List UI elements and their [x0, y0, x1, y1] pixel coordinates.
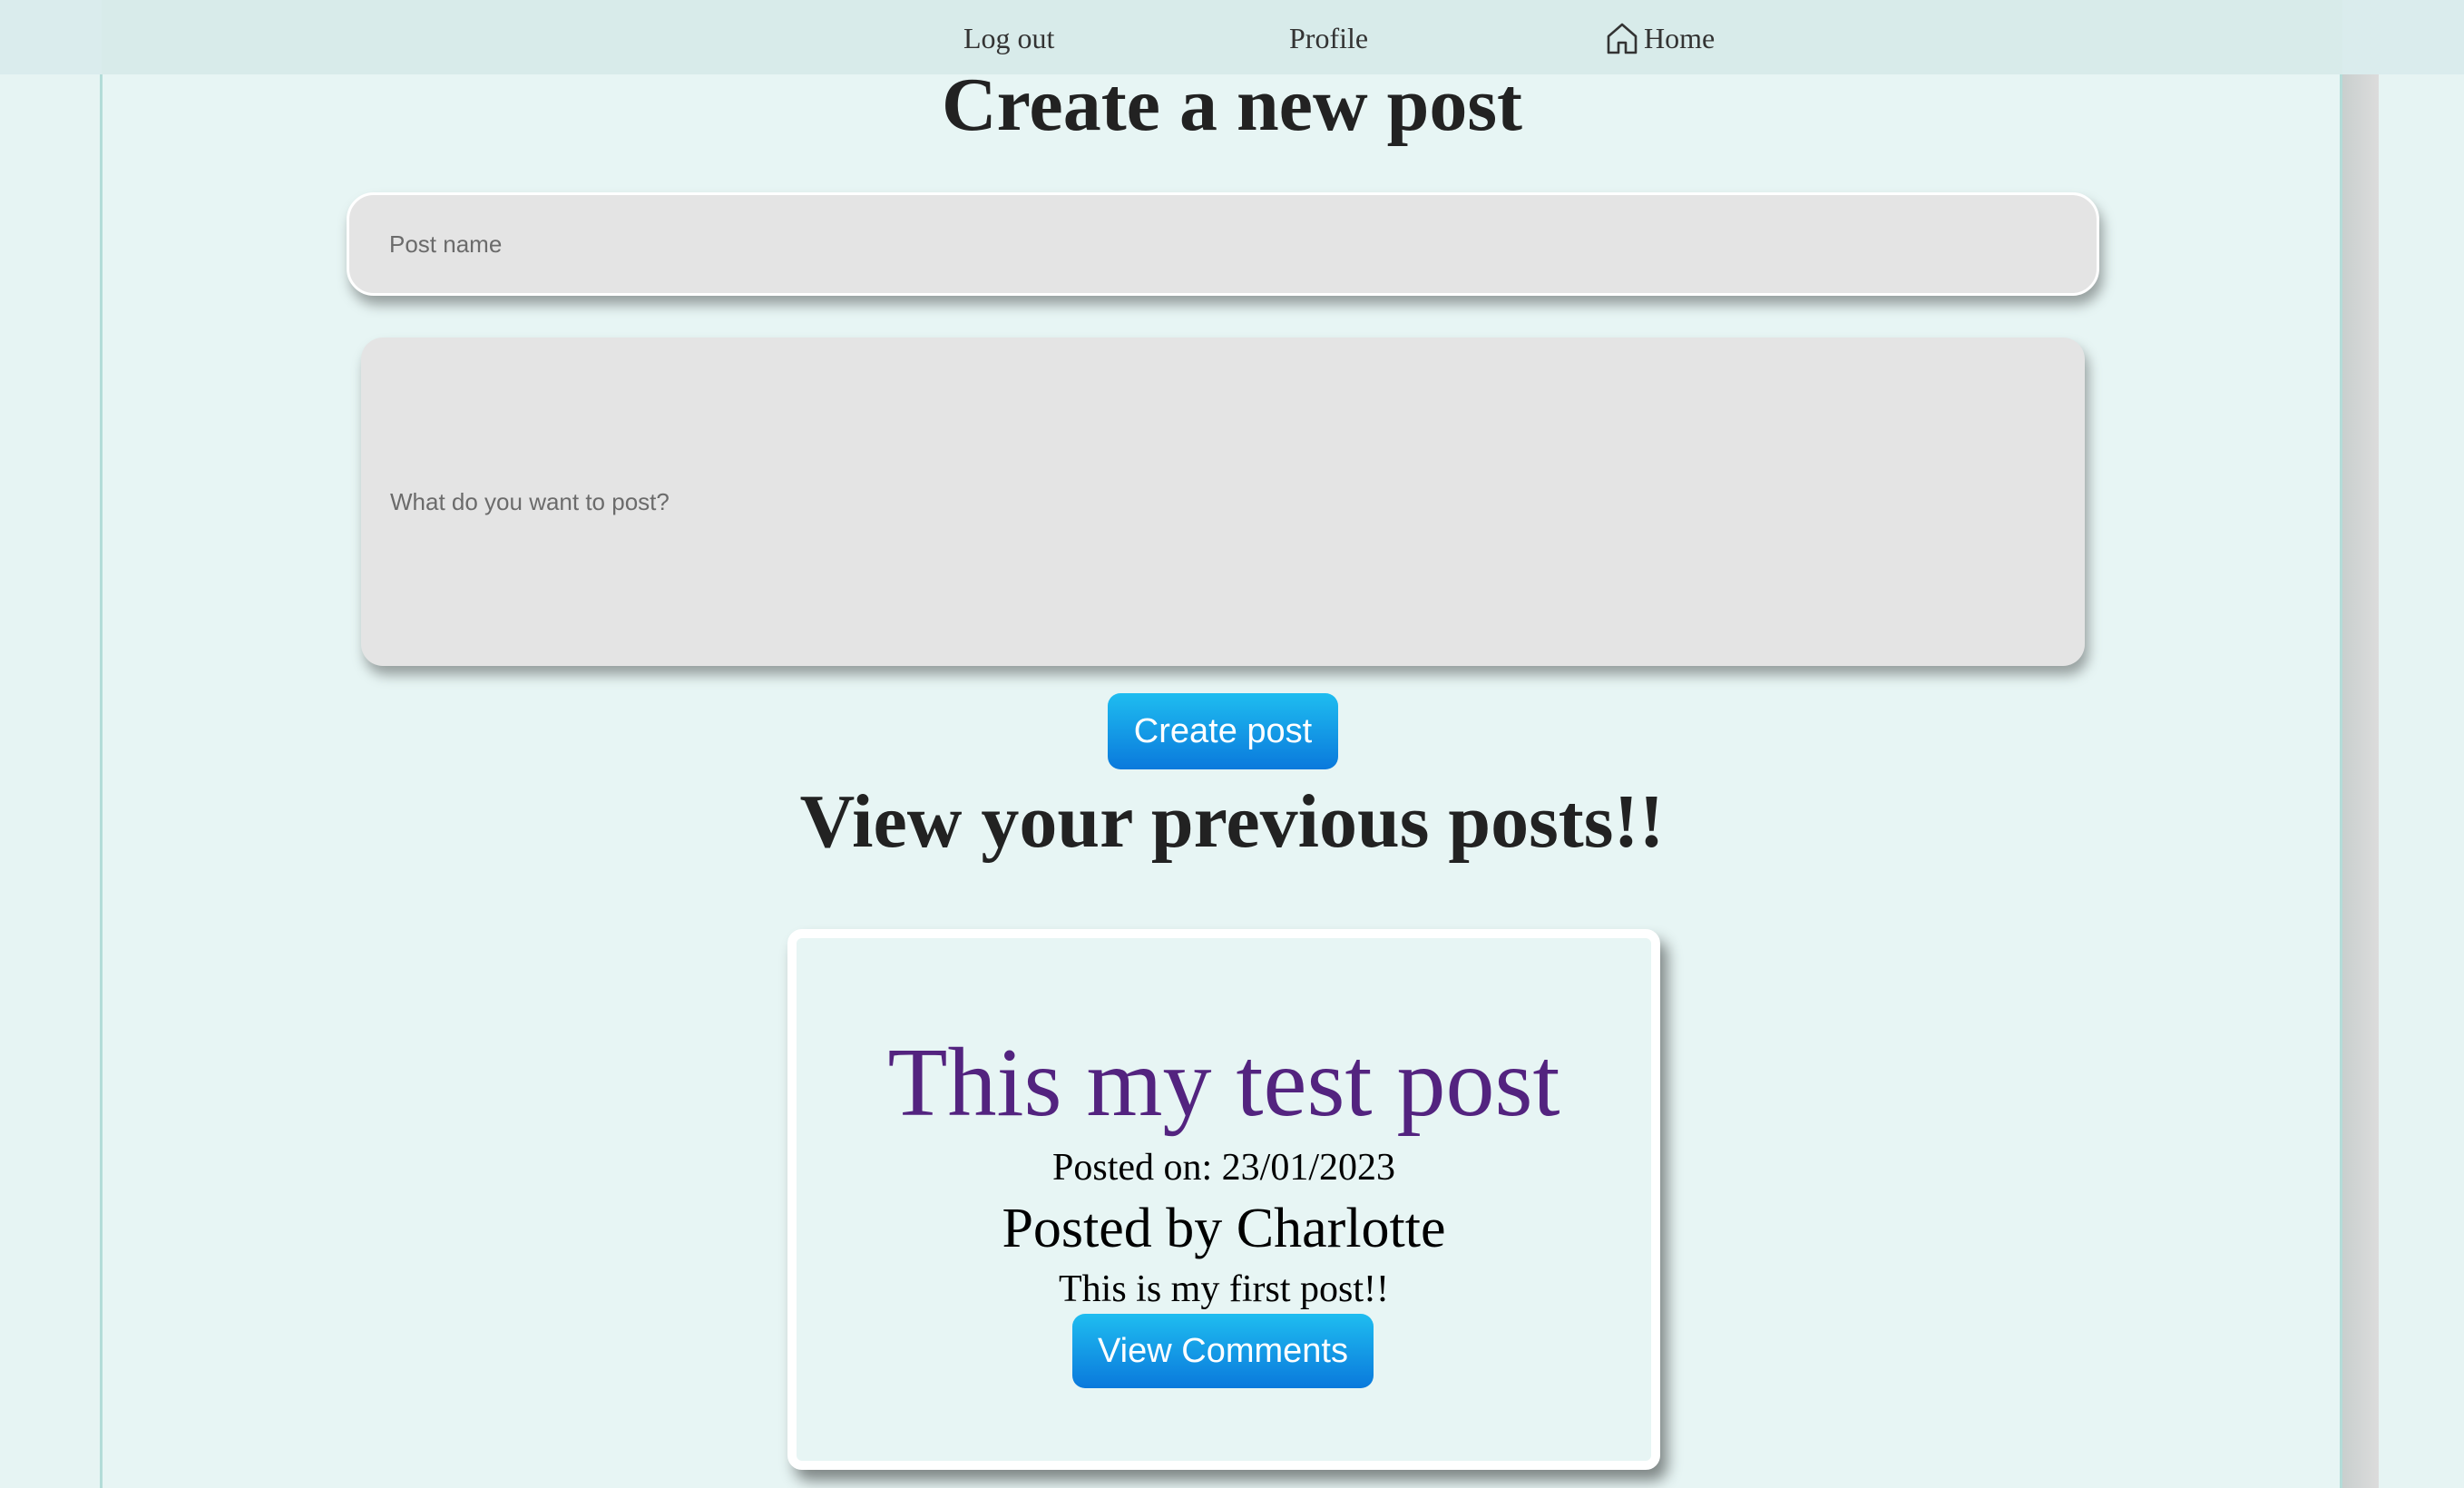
post-name-input[interactable] — [347, 192, 2099, 296]
post-content: This is my first post!! — [1059, 1268, 1389, 1310]
logout-link[interactable]: Log out — [963, 18, 1054, 58]
profile-link[interactable]: Profile — [1289, 18, 1368, 58]
home-link[interactable]: Home — [1606, 18, 1715, 58]
page-edge-shadow — [2342, 0, 2379, 1488]
post-body-placeholder: What do you want to post? — [390, 487, 670, 515]
post-body-textarea[interactable]: What do you want to post? — [361, 338, 2085, 666]
home-link-label: Home — [1644, 22, 1716, 54]
post-title: This my test post — [887, 1029, 1560, 1137]
home-icon — [1607, 23, 1638, 54]
previous-posts-heading: View your previous posts!! — [799, 779, 1665, 864]
post-card: This my test post Posted on: 23/01/2023 … — [787, 929, 1660, 1470]
post-author: Posted by Charlotte — [1002, 1198, 1446, 1259]
post-date: Posted on: 23/01/2023 — [1051, 1147, 1396, 1189]
create-post-heading: Create a new post — [941, 63, 1522, 147]
view-comments-button[interactable]: View Comments — [1072, 1314, 1374, 1388]
create-post-button[interactable]: Create post — [1108, 693, 1338, 769]
